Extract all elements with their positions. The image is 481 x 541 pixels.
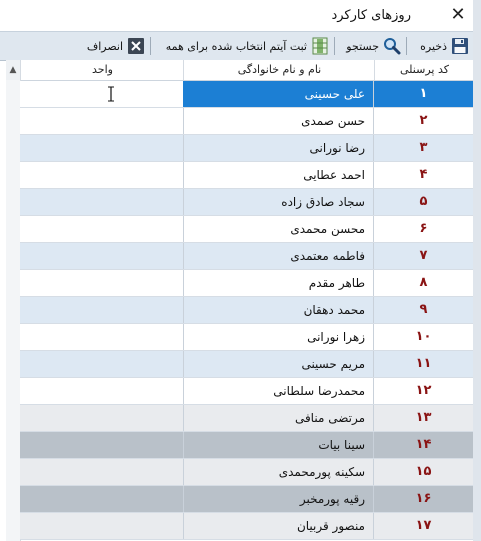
cell-unit[interactable] [20,378,184,404]
cell-unit[interactable] [20,513,184,539]
cell-personnel-code[interactable]: ۱۰ [374,324,473,350]
cell-personnel-code[interactable]: ۱۳ [374,405,473,431]
cell-personnel-code[interactable]: ۶ [374,216,473,242]
cell-personnel-code[interactable]: ۴ [374,162,473,188]
toolbar-separator [150,37,151,55]
cell-unit[interactable] [20,189,184,215]
table-row[interactable]: مرتضی منافی ۱۳ [20,405,473,432]
cell-full-name[interactable]: محسن محمدی [183,216,374,242]
cell-personnel-code[interactable]: ۱ [374,81,473,107]
cell-unit[interactable] [20,351,184,377]
cell-unit[interactable] [20,108,184,134]
personnel-grid: ▲ واحد نام و نام خانوادگی کد پرسنلی علی … [6,60,473,541]
table-row[interactable]: منصور قربیان ۱۷ [20,513,473,540]
cell-full-name[interactable]: زهرا نورانی [183,324,374,350]
table-row[interactable]: حسن صمدی ۲ [20,108,473,135]
cell-full-name[interactable]: فاطمه معتمدی [183,243,374,269]
magnifier-icon [383,37,401,55]
cell-unit[interactable] [20,297,184,323]
close-box-icon [127,37,145,55]
cell-full-name[interactable]: سکینه پورمحمدی [183,459,374,485]
header-full-name[interactable]: نام و نام خانوادگی [183,60,375,80]
columns-icon [311,37,329,55]
cell-full-name[interactable]: علی حسینی [183,81,374,107]
cancel-label: انصراف [86,39,123,53]
cell-unit[interactable] [20,81,184,107]
header-unit[interactable]: واحد [20,60,184,80]
table-row[interactable]: رقیه پورمخبر ۱۶ [20,486,473,513]
cell-unit[interactable] [20,405,184,431]
cell-full-name[interactable]: احمد عطایی [183,162,374,188]
cell-unit[interactable] [20,243,184,269]
table-row[interactable]: محمدرضا سلطانی ۱۲ [20,378,473,405]
cell-full-name[interactable]: محمدرضا سلطانی [183,378,374,404]
toolbar: ذخیره جستجو ثبت آیتم انتخاب شده برای همه… [0,31,473,61]
cell-personnel-code[interactable]: ۵ [374,189,473,215]
apply-to-all-button[interactable]: ثبت آیتم انتخاب شده برای همه [166,35,329,57]
table-row[interactable]: احمد عطایی ۴ [20,162,473,189]
header-personnel-code[interactable]: کد پرسنلی [374,60,473,80]
cell-personnel-code[interactable]: ۱۱ [374,351,473,377]
title-bar: روزهای کارکرد ✕ [0,0,473,31]
cancel-button[interactable]: انصراف [87,35,145,57]
scroll-up-arrow-icon[interactable]: ▲ [6,60,20,80]
cell-unit[interactable] [20,216,184,242]
text-cursor-icon [108,86,114,102]
cell-personnel-code[interactable]: ۳ [374,135,473,161]
cell-full-name[interactable]: مریم حسینی [183,351,374,377]
cell-unit[interactable] [20,432,184,458]
table-row[interactable]: علی حسینی ۱ [20,81,473,108]
cell-personnel-code[interactable]: ۱۵ [374,459,473,485]
grid-header: ▲ واحد نام و نام خانوادگی کد پرسنلی [6,60,473,81]
cell-full-name[interactable]: منصور قربیان [183,513,374,539]
dialog-title: روزهای کارکرد [331,8,411,23]
table-row[interactable]: سکینه پورمحمدی ۱۵ [20,459,473,486]
floppy-disk-icon [451,37,469,55]
table-row[interactable]: زهرا نورانی ۱۰ [20,324,473,351]
cell-unit[interactable] [20,486,184,512]
cell-full-name[interactable]: رقیه پورمخبر [183,486,374,512]
cell-unit[interactable] [20,162,184,188]
table-row[interactable]: مریم حسینی ۱۱ [20,351,473,378]
cell-unit[interactable] [20,270,184,296]
table-row[interactable]: رضا نورانی ۳ [20,135,473,162]
cell-personnel-code[interactable]: ۱۶ [374,486,473,512]
table-row[interactable]: سجاد صادق زاده ۵ [20,189,473,216]
cell-personnel-code[interactable]: ۹ [374,297,473,323]
vertical-scrollbar[interactable] [6,80,21,541]
table-row[interactable]: فاطمه معتمدی ۷ [20,243,473,270]
cell-unit[interactable] [20,459,184,485]
table-row[interactable]: طاهر مقدم ۸ [20,270,473,297]
cell-full-name[interactable]: رضا نورانی [183,135,374,161]
save-button[interactable]: ذخیره [420,35,469,57]
cell-unit[interactable] [20,324,184,350]
cell-personnel-code[interactable]: ۲ [374,108,473,134]
cell-full-name[interactable]: مرتضی منافی [183,405,374,431]
cell-personnel-code[interactable]: ۱۴ [374,432,473,458]
cell-full-name[interactable]: سینا بیات [183,432,374,458]
search-button[interactable]: جستجو [346,35,401,57]
cell-full-name[interactable]: محمد دهقان [183,297,374,323]
cell-full-name[interactable]: طاهر مقدم [183,270,374,296]
cell-personnel-code[interactable]: ۱۲ [374,378,473,404]
toolbar-separator [334,37,335,55]
table-row[interactable]: محمد دهقان ۹ [20,297,473,324]
cell-personnel-code[interactable]: ۸ [374,270,473,296]
toolbar-separator [406,37,407,55]
cell-unit[interactable] [20,135,184,161]
apply-to-all-label: ثبت آیتم انتخاب شده برای همه [165,39,307,53]
save-label: ذخیره [420,39,447,53]
cell-personnel-code[interactable]: ۷ [374,243,473,269]
table-row[interactable]: محسن محمدی ۶ [20,216,473,243]
close-button[interactable]: ✕ [447,4,469,26]
cell-personnel-code[interactable]: ۱۷ [374,513,473,539]
search-label: جستجو [346,39,379,53]
cell-full-name[interactable]: حسن صمدی [183,108,374,134]
cell-full-name[interactable]: سجاد صادق زاده [183,189,374,215]
work-days-dialog: روزهای کارکرد ✕ ذخیره جستجو ثبت آیتم انت… [0,0,473,541]
table-row[interactable]: سینا بیات ۱۴ [20,432,473,459]
